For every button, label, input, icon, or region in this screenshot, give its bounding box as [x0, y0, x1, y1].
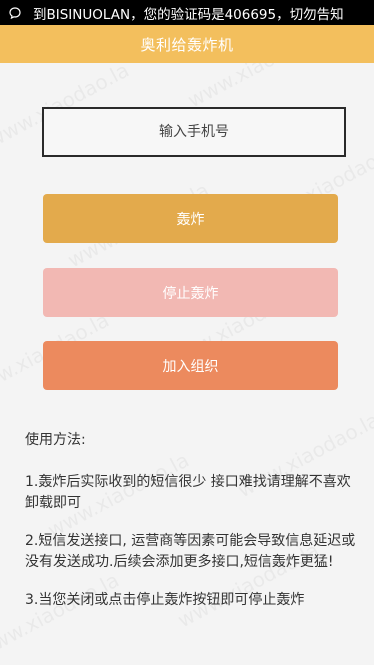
bomb-button[interactable]: 轰炸 — [43, 194, 338, 243]
instruction-step: 1.轰炸后实际收到的短信很少 接口难找请理解不喜欢卸载即可 — [25, 474, 351, 511]
status-bar: 到BISINUOLAN，您的验证码是406695，切勿告知 — [0, 0, 374, 25]
watermark-text: www.xiaodao.la — [184, 63, 333, 112]
instruction-step: 2.短信发送接口, 运营商等因素可能会导致信息延迟或没有发送成功.后续会添加更多… — [25, 533, 356, 570]
notification-ticker: 到BISINUOLAN，您的验证码是406695，切勿告知 — [33, 6, 344, 23]
instructions-heading: 使用方法: — [25, 432, 86, 448]
stop-bomb-button[interactable]: 停止轰炸 — [43, 268, 338, 317]
phone-number-input[interactable] — [42, 107, 346, 157]
join-group-button[interactable]: 加入组织 — [43, 341, 338, 390]
instructions: 使用方法: 1.轰炸后实际收到的短信很少 接口难找请理解不喜欢卸载即可 2.短信… — [25, 430, 360, 628]
instruction-step: 3.当您关闭或点击停止轰炸按钮即可停止轰炸 — [25, 592, 305, 608]
message-icon — [9, 6, 21, 19]
app-title: 奥利给轰炸机 — [140, 35, 234, 54]
app-bar: 奥利给轰炸机 — [0, 25, 374, 63]
